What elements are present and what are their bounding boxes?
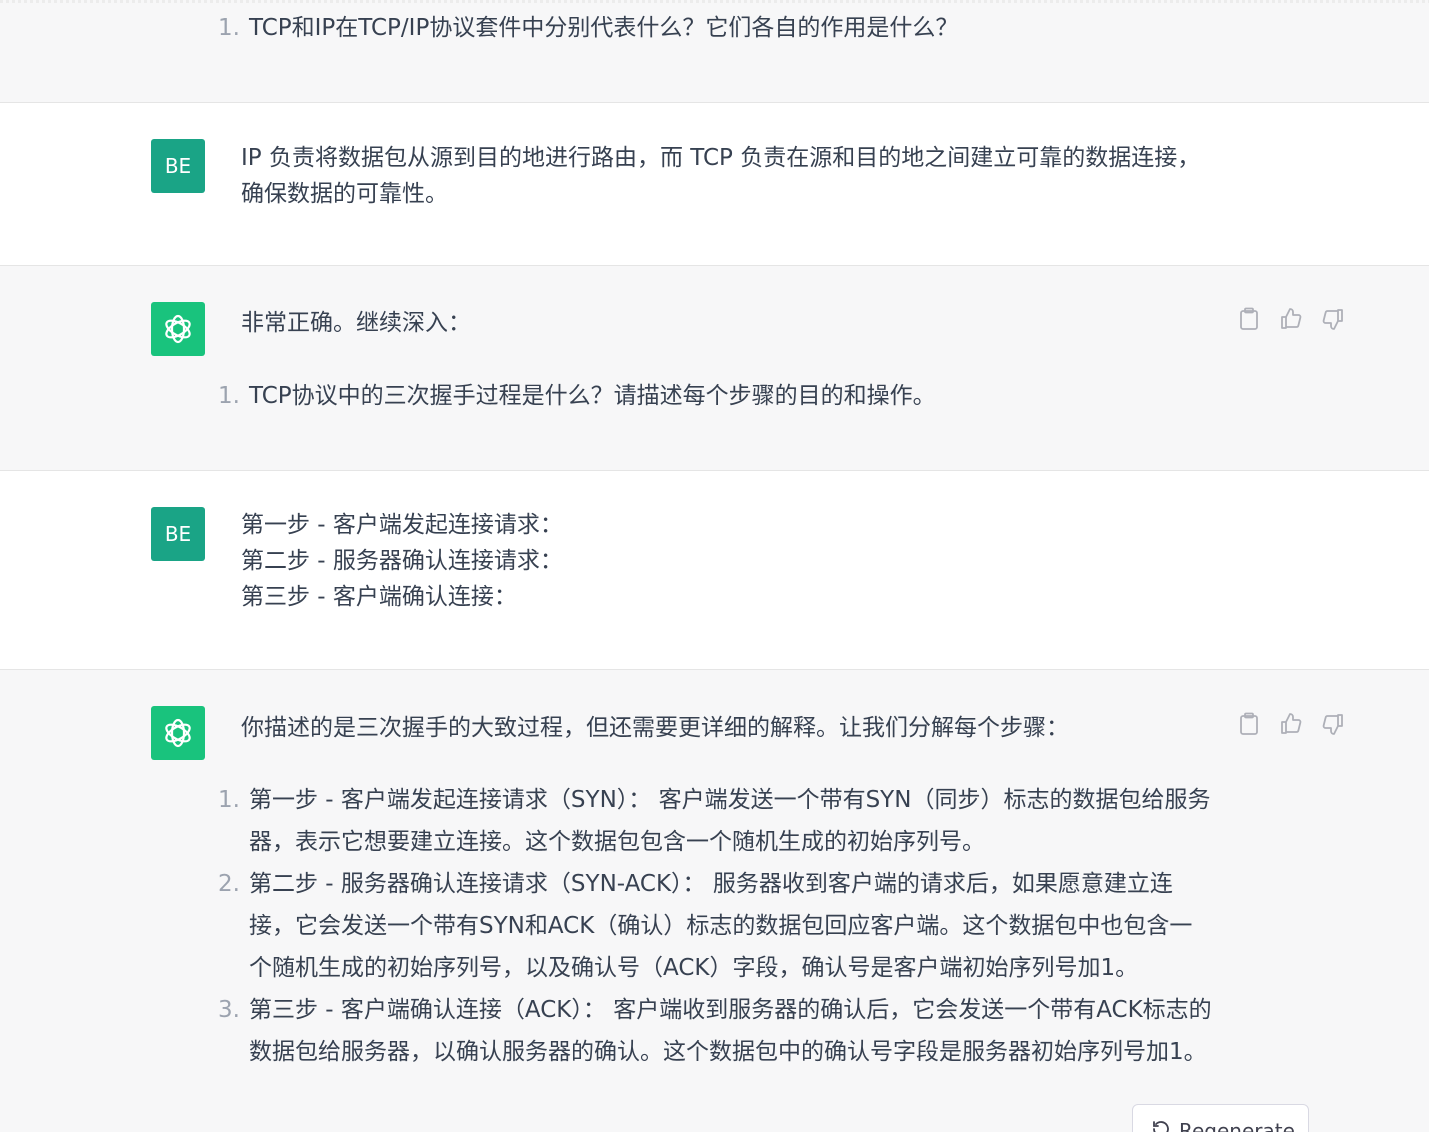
list-text: 第一步 - 客户端发起连接请求（SYN）： 客户端发送一个带有SYN（同步）标志… — [249, 787, 1211, 855]
list-text: TCP协议中的三次握手过程是什么？请描述每个步骤的目的和操作。 — [249, 383, 936, 409]
clipboard-icon — [1240, 712, 1258, 735]
user-message-2: BE 第一步 - 客户端发起连接请求： 第二步 - 服务器确认连接请求： 第三步… — [0, 471, 1429, 670]
list-text: 第三步 - 客户端确认连接（ACK）： 客户端收到服务器的确认后，它会发送一个带… — [249, 997, 1212, 1065]
openai-logo-icon — [165, 314, 191, 344]
scroll-fade — [0, 0, 1429, 3]
refresh-icon — [1153, 1121, 1169, 1132]
regenerate-label: Regenerate — [1179, 1119, 1295, 1132]
message-line: 第三步 - 客户端确认连接： — [241, 584, 517, 610]
thumbs-up-icon — [1281, 713, 1302, 734]
message-actions — [1236, 711, 1346, 737]
message-intro: 你描述的是三次握手的大致过程，但还需要更详细的解释。让我们分解每个步骤： — [241, 715, 1069, 741]
openai-logo-icon — [165, 718, 191, 748]
list-number: 2. — [218, 871, 240, 897]
assistant-avatar — [151, 302, 205, 356]
list-number: 1. — [218, 383, 240, 409]
user-message-1: BE IP 负责将数据包从源到目的地进行路由，而 TCP 负责在源和目的地之间建… — [0, 103, 1429, 266]
user-avatar: BE — [151, 139, 205, 193]
copy-button[interactable] — [1236, 711, 1262, 737]
list-text: TCP和IP在TCP/IP协议套件中分别代表什么？它们各自的作用是什么？ — [249, 15, 959, 41]
like-button[interactable] — [1278, 306, 1304, 332]
list-number: 1. — [218, 787, 240, 813]
copy-button[interactable] — [1236, 306, 1262, 332]
list-number: 1. — [218, 15, 240, 41]
list-number: 3. — [218, 997, 240, 1023]
dislike-button[interactable] — [1320, 711, 1346, 737]
assistant-message-3: 你描述的是三次握手的大致过程，但还需要更详细的解释。让我们分解每个步骤： 1. … — [0, 670, 1429, 1132]
message-text: 第一步 - 客户端发起连接请求： 第二步 - 服务器确认连接请求： 第三步 - … — [241, 507, 1211, 615]
thumbs-up-icon — [1281, 308, 1302, 329]
clipboard-icon — [1240, 307, 1258, 330]
dislike-button[interactable] — [1320, 306, 1346, 332]
like-button[interactable] — [1278, 711, 1304, 737]
regenerate-button[interactable]: Regenerate — [1132, 1104, 1309, 1132]
message-intro: 非常正确。继续深入： — [241, 310, 471, 336]
message-line: 第二步 - 服务器确认连接请求： — [241, 548, 563, 574]
thumbs-down-icon — [1322, 714, 1343, 735]
message-actions — [1236, 306, 1346, 332]
list-text: 第二步 - 服务器确认连接请求（SYN-ACK）： 服务器收到客户端的请求后，如… — [249, 871, 1193, 981]
thumbs-down-icon — [1322, 309, 1343, 330]
assistant-message-1: 1. TCP和IP在TCP/IP协议套件中分别代表什么？它们各自的作用是什么？ — [0, 0, 1429, 103]
assistant-message-2: 非常正确。继续深入： 1. TCP协议中的三次握手过程是什么？请描述每个步骤的目… — [0, 266, 1429, 471]
user-avatar: BE — [151, 507, 205, 561]
message-line: 第一步 - 客户端发起连接请求： — [241, 512, 563, 538]
message-text: IP 负责将数据包从源到目的地进行路由，而 TCP 负责在源和目的地之间建立可靠… — [241, 145, 1201, 207]
assistant-avatar — [151, 706, 205, 760]
